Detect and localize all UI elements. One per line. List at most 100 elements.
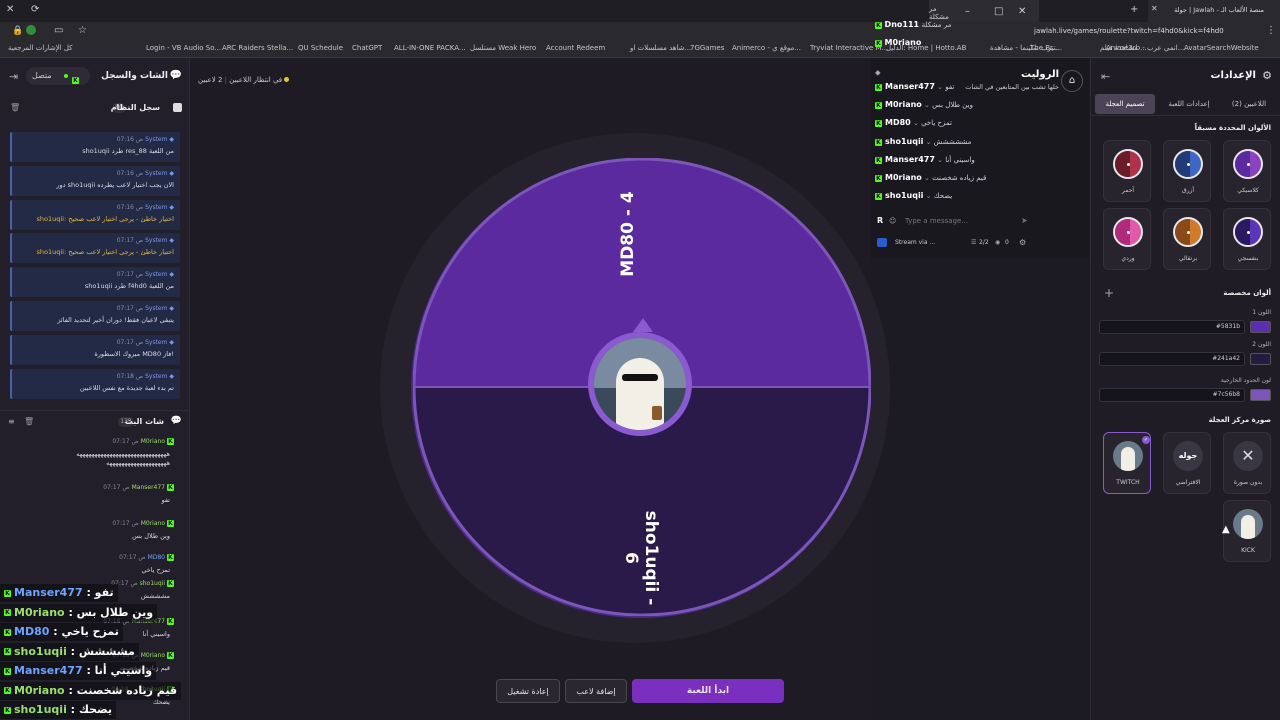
status-dot [64, 74, 68, 78]
wheel-center[interactable] [588, 332, 692, 436]
chat-text: وين طلال بس [932, 101, 973, 110]
chat-username: Dno111 [884, 20, 920, 29]
extension-icon[interactable] [26, 25, 36, 35]
chat-input[interactable]: Type a message... [905, 217, 968, 225]
bookmark-link[interactable]: ALL-IN-ONE PACKA... [394, 44, 466, 52]
preset-2[interactable]: أحمر [1103, 140, 1151, 202]
preset-0[interactable]: كلاسيكي [1223, 140, 1271, 202]
preset-1[interactable]: أزرق [1163, 140, 1211, 202]
bookmark-link[interactable]: كل الإشارات المرجعية [8, 44, 73, 52]
new-tab-icon[interactable]: + [1130, 4, 1138, 15]
tab-jawlah[interactable]: ✕ جولة | Jawlah - منصة الألعاب الـ [1148, 0, 1280, 22]
bookmark-link[interactable]: 7GGames [690, 44, 724, 52]
stream-chat-header: ≡ 🗑 133 شات البث 💬 [0, 410, 189, 434]
entry-time: 07:17 ص [116, 237, 144, 245]
menu-icon[interactable]: ⋮ [1266, 25, 1276, 36]
gear-icon[interactable]: ⚙ [1019, 238, 1026, 247]
preset-4[interactable]: برتقالي [1163, 208, 1211, 270]
color2-input[interactable]: #241a42 [1099, 352, 1245, 366]
image-option-kick[interactable]: KICK [1223, 500, 1271, 562]
bookmark-link[interactable]: AvatarSearchWebsite [1184, 44, 1259, 52]
close-icon[interactable]: ✕ [6, 4, 14, 15]
bookmark-link[interactable]: تيرب سلينما - مشاهدة... [990, 44, 1062, 52]
entry-meta: 07:17 ص System ◆ [117, 305, 174, 312]
filter-icon[interactable]: ≡ [8, 417, 15, 426]
custom-colors-title: ألوان مخصصة [1223, 289, 1271, 297]
add-player-button[interactable]: إضافة لاعب [565, 679, 627, 703]
border-color-input[interactable]: #7c56b8 [1099, 388, 1245, 402]
bookmark-link[interactable]: Anime3rb - انمي عرب... [1106, 44, 1184, 52]
bookmark-link[interactable]: مستلسل Weak Hero [470, 44, 536, 52]
tab-players[interactable]: اللاعبين (2) [1221, 94, 1277, 114]
overlay-username: MD80 [14, 625, 50, 638]
kick-icon: K [4, 589, 11, 597]
chat-username: M0riano [884, 38, 922, 47]
image-option-twitch[interactable]: ✓ TWITCH [1103, 432, 1151, 494]
bookmark-link[interactable]: شاهد مسلسلات او... [630, 44, 691, 52]
kick-icon: K [875, 102, 882, 110]
bookmark-link[interactable]: Animerco - موقع ي... [732, 44, 801, 52]
start-game-button[interactable]: ابدأ اللعبة [632, 679, 784, 703]
bookmark-link[interactable]: ChatGPT [352, 44, 382, 52]
segment-label-text: MD80 - 4 [618, 191, 638, 277]
chat-text: مر مشكلة [921, 21, 952, 29]
chat-text: تمزح ياخي [141, 566, 170, 574]
trash-icon[interactable]: 🗑 [10, 103, 20, 112]
chevron-down-icon: ⌄ [910, 119, 922, 128]
roulette-chat-popover: K Dno111 مر مشكلة K M0riano ⬥ الروليت خل… [871, 20, 1089, 258]
star-icon[interactable]: ☆ [78, 25, 87, 36]
bookmarks-bar: كل الإشارات المرجعية Login - VB Audio So.… [0, 42, 1280, 58]
mouse-cursor: ▲ [1222, 524, 1230, 535]
chat-text: تمزح ياخي [921, 119, 952, 128]
emoji-icon[interactable]: ☺ [889, 217, 896, 225]
shield-icon: ◆ [167, 237, 174, 245]
color2-swatch[interactable] [1250, 353, 1271, 365]
add-icon[interactable]: + [1104, 286, 1114, 300]
kick-icon: K [875, 156, 882, 164]
minimize-icon[interactable]: – [965, 6, 970, 17]
bookmark-link[interactable]: Login - VB Audio So... [146, 44, 221, 52]
reply-icon: R [877, 216, 884, 225]
shield-icon: ◆ [167, 203, 174, 211]
collapse-icon[interactable]: ⇤ [1101, 70, 1110, 83]
preset-5[interactable]: وردي [1103, 208, 1151, 270]
tab-close-icon[interactable]: ✕ [1151, 4, 1158, 13]
image-option-none[interactable]: ✕ بدون صورة [1223, 432, 1271, 494]
border-color-label: لون الحدود الخارجية [1220, 377, 1271, 384]
refresh-icon[interactable]: ⟳ [31, 4, 39, 15]
kick-icon: K [875, 120, 882, 128]
segment-label-1: MD80 - 4 [613, 191, 643, 276]
chat-input-row: R ☺ Type a message... ➤ [875, 214, 1087, 230]
color1-input[interactable]: #5831b [1099, 320, 1245, 334]
chat-username: sho1uqii [885, 191, 924, 201]
chat-bubble-icon: 💬 [170, 416, 182, 426]
zero-count: 0 [1005, 239, 1009, 246]
url-text[interactable]: jawlah.live/games/roulette?twitch=f4hd0&… [1034, 27, 1224, 35]
settings-title: الإعدادات [1210, 70, 1256, 81]
tab-wheel-design[interactable]: تصميم العجلة [1095, 94, 1155, 114]
trash-icon[interactable]: 🗑 [24, 417, 34, 426]
maximize-icon[interactable]: □ [994, 6, 1003, 17]
color1-swatch[interactable] [1250, 321, 1271, 333]
entry-time: 07:17 ص [116, 305, 144, 312]
chat-bubble-icon: 💬 [169, 70, 182, 81]
bookmark-link[interactable]: ARC Raiders Stella... [222, 44, 293, 52]
home-icon[interactable]: ⌂ [1061, 70, 1083, 92]
preset-label: أزرق [1181, 187, 1195, 194]
preset-3[interactable]: بنفسجي [1223, 208, 1271, 270]
send-icon[interactable]: ➤ [1021, 216, 1028, 225]
system-log-entry: 07:17 ص System ◆ sho1uqii: اختيار خاطئ - … [10, 233, 180, 264]
chat-meta: 07:17 ص Manser477 K [103, 484, 174, 491]
kick-icon: K [4, 667, 11, 675]
bookmark-link[interactable]: Account Redeem [546, 44, 605, 52]
system-log-entry: 07:16 ص System ◆ sho1uqii طرد res_88 من ا… [10, 132, 180, 162]
close-window-icon[interactable]: ✕ [1018, 6, 1026, 17]
cast-icon[interactable]: ▭ [54, 25, 63, 36]
collapse-icon[interactable]: ⇥ [9, 70, 18, 83]
bookmark-link[interactable]: QU Schedule [298, 44, 343, 52]
image-option-default[interactable]: جوله الافتراضي [1163, 432, 1211, 494]
restart-button[interactable]: إعادة تشغيل [496, 679, 560, 703]
presets-title: الألوان المحددة مسبقاً [1194, 124, 1271, 132]
tab-game-settings[interactable]: إعدادات اللعبة [1159, 94, 1219, 114]
border-color-swatch[interactable] [1250, 389, 1271, 401]
